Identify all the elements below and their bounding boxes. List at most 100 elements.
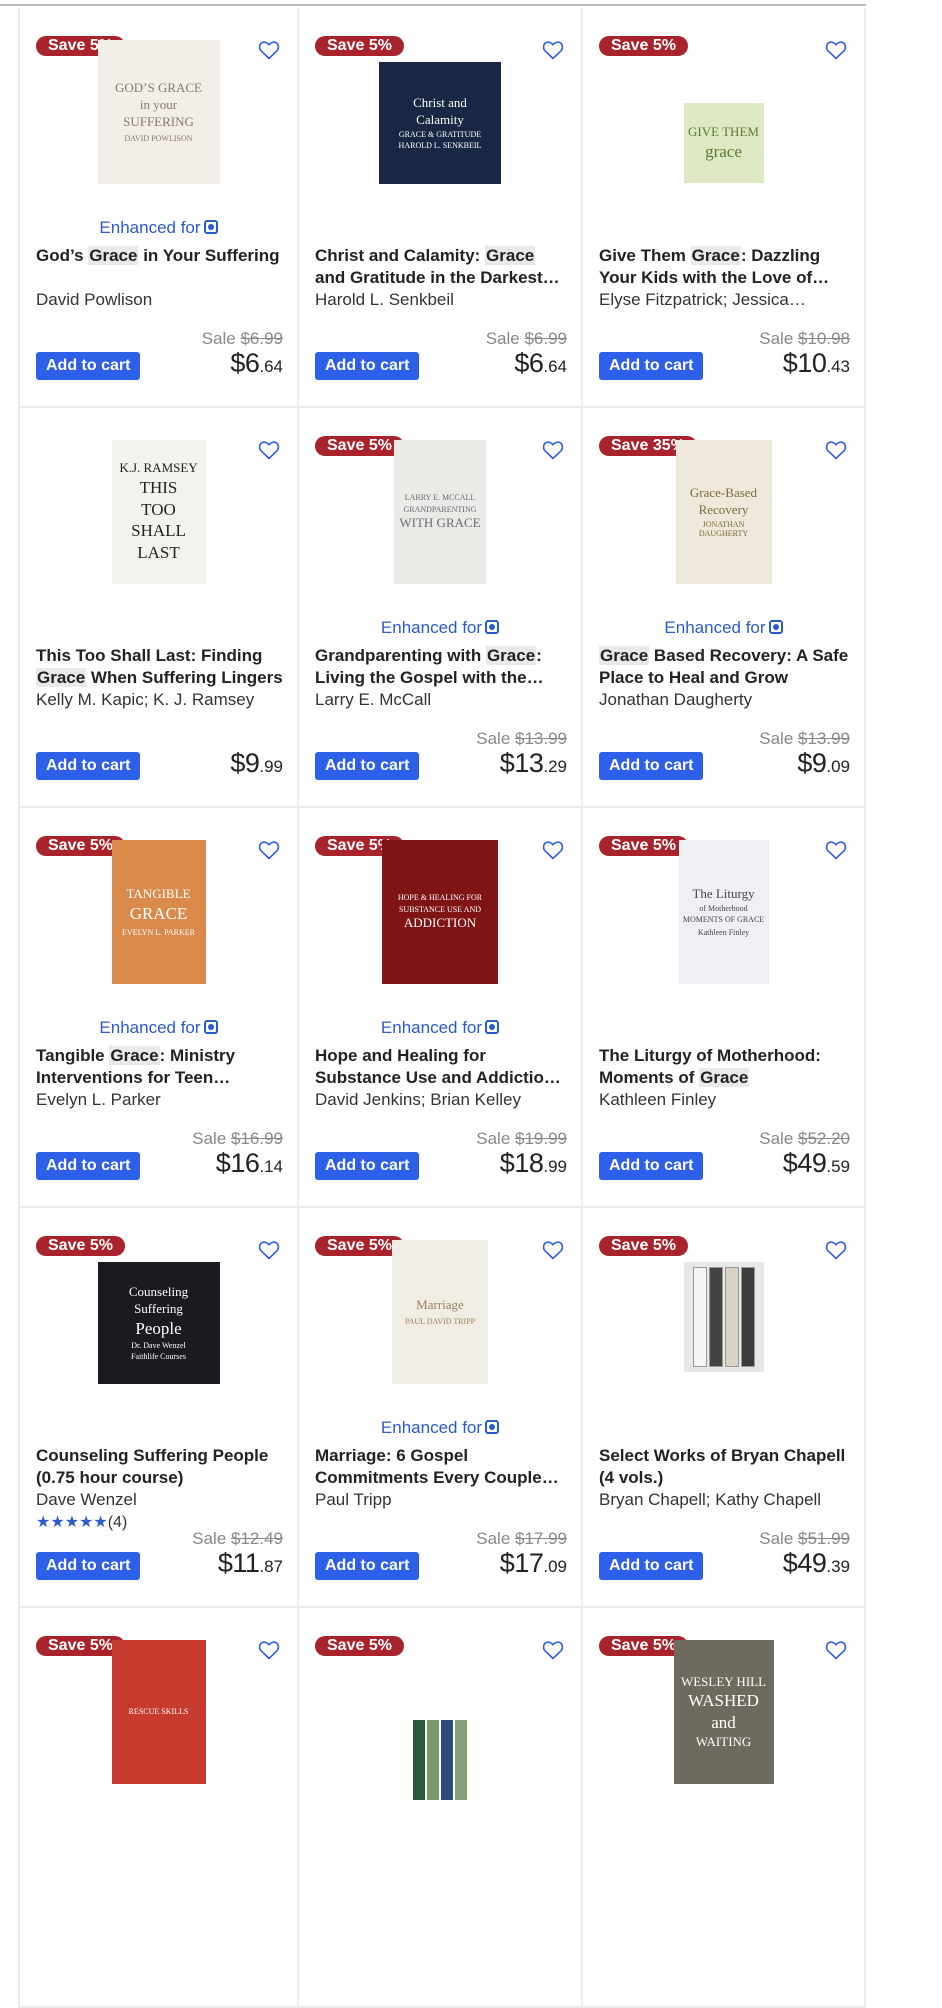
add-to-cart-button[interactable]: Add to cart: [36, 1552, 141, 1580]
add-to-cart-button[interactable]: Add to cart: [315, 352, 420, 380]
heart-icon[interactable]: [824, 1238, 848, 1262]
book-cover[interactable]: Grace-Based Recovery JONATHAN DAUGHERTY: [675, 440, 772, 584]
cover-text: THIS: [139, 478, 178, 498]
product-title[interactable]: Christ and Calamity: Grace and Gratitude…: [315, 245, 567, 289]
product-author[interactable]: Bryan Chapell; Kathy Chapell: [599, 1490, 850, 1510]
add-to-cart-button[interactable]: Add to cart: [315, 752, 420, 780]
heart-icon[interactable]: [257, 438, 281, 462]
heart-icon[interactable]: [257, 1238, 281, 1262]
product-author[interactable]: Paul Tripp: [315, 1490, 567, 1510]
add-to-cart-button[interactable]: Add to cart: [315, 1552, 420, 1580]
add-to-cart-button[interactable]: Add to cart: [36, 752, 141, 780]
enhanced-for-label[interactable]: Enhanced for: [20, 218, 297, 238]
book-cover[interactable]: LARRY E. MCCALL GRANDPARENTING WITH GRACE: [394, 440, 486, 584]
heart-icon[interactable]: [541, 1238, 565, 1262]
enhanced-text: Enhanced for: [380, 1418, 483, 1437]
title-text: When Suffering Lingers: [86, 668, 283, 687]
product-title[interactable]: God’s Grace in Your Suffering: [36, 245, 283, 267]
rating-stars[interactable]: ★★★★★(4): [36, 1514, 127, 1532]
title-text: Select Works of Bryan Chapell (4 vols.): [599, 1446, 846, 1487]
title-text: This Too Shall Last: Finding: [36, 646, 263, 665]
book-cover[interactable]: The Liturgy of Motherhood MOMENTS OF GRACE…: [678, 840, 769, 984]
book-cover[interactable]: TANGIBLE GRACE EVELYN L. PARKER: [111, 840, 206, 984]
book-cover[interactable]: HOPE & HEALING FOR SUBSTANCE USE AND ADDIC…: [382, 840, 498, 984]
enhanced-for-label[interactable]: Enhanced for: [299, 618, 581, 638]
product-title[interactable]: Grandparenting with Grace: Living the Go…: [315, 645, 567, 689]
heart-icon[interactable]: [541, 1638, 565, 1662]
book-cover[interactable]: RESCUE SKILLS: [111, 1640, 206, 1784]
heart-icon[interactable]: [824, 1638, 848, 1662]
product-card[interactable]: Save 5% GIVE THEM grace Give Them Grace: Da…: [583, 8, 866, 408]
heart-icon[interactable]: [824, 438, 848, 462]
product-card[interactable]: K.J. RAMSEY THIS TOO SHALL LAST This Too Shal…: [18, 408, 299, 808]
heart-icon[interactable]: [257, 1638, 281, 1662]
book-cover[interactable]: [408, 1680, 472, 1800]
book-cover[interactable]: K.J. RAMSEY THIS TOO SHALL LAST: [111, 440, 206, 584]
product-author[interactable]: Harold L. Senkbeil: [315, 290, 567, 310]
product-title[interactable]: Give Them Grace: Dazzling Your Kids with…: [599, 245, 850, 289]
product-card[interactable]: Save 35% Grace-Based Recovery JONATHAN DAUG…: [583, 408, 866, 808]
product-card[interactable]: Save 5% HOPE & HEALING FOR SUBSTANCE USE A…: [299, 808, 583, 1208]
heart-icon[interactable]: [824, 38, 848, 62]
product-author[interactable]: Evelyn L. Parker: [36, 1090, 283, 1110]
cover-text: K.J. RAMSEY: [119, 460, 198, 476]
enhanced-text: Enhanced for: [99, 218, 201, 237]
product-author[interactable]: Larry E. McCall: [315, 690, 567, 710]
price-cents: .09: [543, 1557, 567, 1576]
enhanced-for-label[interactable]: Enhanced for: [299, 1418, 581, 1438]
product-card[interactable]: Save 5% Marriage PAUL DAVID TRIPP Enhanced …: [299, 1208, 583, 1608]
product-card[interactable]: Save 5% Counseling Suffering People Dr. Dave…: [18, 1208, 299, 1608]
product-title[interactable]: Select Works of Bryan Chapell (4 vols.): [599, 1445, 850, 1489]
product-title[interactable]: Hope and Healing for Substance Use and A…: [315, 1045, 567, 1089]
product-title[interactable]: Counseling Suffering People (0.75 hour c…: [36, 1445, 283, 1489]
product-author[interactable]: Jonathan Daugherty: [599, 690, 850, 710]
product-title[interactable]: Tangible Grace: Ministry Interventions f…: [36, 1045, 283, 1089]
product-author[interactable]: Kelly M. Kapic; K. J. Ramsey: [36, 690, 283, 710]
heart-icon[interactable]: [541, 838, 565, 862]
book-cover[interactable]: Christ and Calamity GRACE & GRATITUDE HAROL…: [379, 62, 501, 184]
heart-icon[interactable]: [541, 38, 565, 62]
add-to-cart-button[interactable]: Add to cart: [36, 1152, 141, 1180]
add-to-cart-button[interactable]: Add to cart: [599, 1152, 704, 1180]
cover-text: and: [711, 1713, 736, 1732]
add-to-cart-button[interactable]: Add to cart: [599, 752, 704, 780]
book-spine: [692, 1267, 707, 1367]
product-author[interactable]: Elyse Fitzpatrick; Jessica…: [599, 290, 850, 310]
sale-line: Sale $51.99: [759, 1530, 850, 1548]
heart-icon[interactable]: [541, 438, 565, 462]
enhanced-for-label[interactable]: Enhanced for: [299, 1018, 581, 1038]
book-cover[interactable]: GIVE THEM grace: [683, 103, 764, 183]
product-title[interactable]: This Too Shall Last: Finding Grace When …: [36, 645, 283, 689]
heart-icon[interactable]: [257, 838, 281, 862]
product-author[interactable]: Kathleen Finley: [599, 1090, 850, 1110]
product-title[interactable]: The Liturgy of Motherhood: Moments of Gr…: [599, 1045, 850, 1089]
product-card[interactable]: Save 5%: [299, 1608, 583, 2008]
heart-icon[interactable]: [824, 838, 848, 862]
product-card[interactable]: Save 5% The Liturgy of Motherhood MOMENTS O…: [583, 808, 866, 1208]
add-to-cart-button[interactable]: Add to cart: [599, 1552, 704, 1580]
add-to-cart-button[interactable]: Add to cart: [36, 352, 141, 380]
product-author[interactable]: Dave Wenzel: [36, 1490, 283, 1510]
product-card[interactable]: Save 5% Select Works of Bryan Chapell (4 …: [583, 1208, 866, 1608]
product-author[interactable]: David Powlison: [36, 290, 283, 310]
product-card[interactable]: Save 5% Christ and Calamity GRACE & GRATITU…: [299, 8, 583, 408]
book-cover[interactable]: [683, 1262, 764, 1372]
book-cover[interactable]: Marriage PAUL DAVID TRIPP: [392, 1240, 488, 1384]
book-cover[interactable]: Counseling Suffering People Dr. Dave Wenzel…: [97, 1262, 220, 1384]
heart-icon[interactable]: [257, 38, 281, 62]
enhanced-for-label[interactable]: Enhanced for: [20, 1018, 297, 1038]
add-to-cart-button[interactable]: Add to cart: [599, 352, 704, 380]
product-author[interactable]: David Jenkins; Brian Kelley: [315, 1090, 567, 1110]
product-card[interactable]: Save 5% LARRY E. MCCALL GRANDPARENTING WITH…: [299, 408, 583, 808]
book-cover[interactable]: GOD’S GRACE in your SUFFERING DAVID POWLISO…: [97, 40, 220, 184]
product-card[interactable]: Save 5% TANGIBLE GRACE EVELYN L. PARKER Enha…: [18, 808, 299, 1208]
product-title[interactable]: Marriage: 6 Gospel Commitments Every Cou…: [315, 1445, 567, 1489]
product-card[interactable]: Save 5% RESCUE SKILLS: [18, 1608, 299, 2008]
book-cover[interactable]: WESLEY HILL WASHED and WAITING: [673, 1640, 774, 1784]
product-title[interactable]: Grace Based Recovery: A Safe Place to He…: [599, 645, 850, 689]
original-price: $12.49: [231, 1529, 283, 1548]
enhanced-for-label[interactable]: Enhanced for: [583, 618, 864, 638]
add-to-cart-button[interactable]: Add to cart: [315, 1152, 420, 1180]
product-card[interactable]: Save 5% GOD’S GRACE in your SUFFERING DAVID …: [18, 8, 299, 408]
product-card[interactable]: Save 5% WESLEY HILL WASHED and WAITING: [583, 1608, 866, 2008]
